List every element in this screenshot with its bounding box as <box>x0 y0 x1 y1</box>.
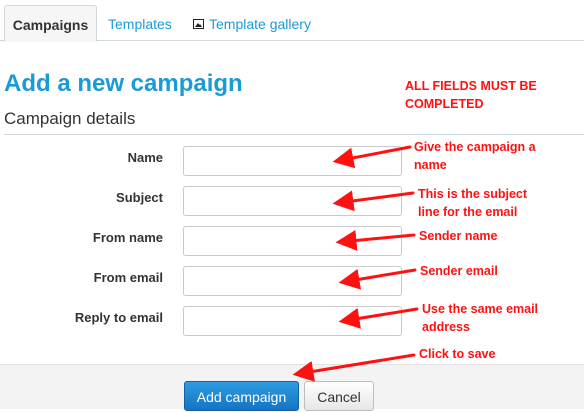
from-email-label: From email <box>93 270 163 285</box>
name-label: Name <box>127 150 163 165</box>
tab-bar: Campaigns Templates Template gallery <box>0 0 584 42</box>
annotation-line: Sender email <box>420 264 498 278</box>
annotation-save: Click to save <box>419 345 495 363</box>
add-campaign-button[interactable]: Add campaign <box>184 381 299 411</box>
section-title: Campaign details <box>4 109 136 128</box>
picture-icon <box>193 19 204 29</box>
tab-templates-label: Templates <box>108 16 172 32</box>
annotation-line: Use the same email <box>422 302 539 316</box>
from-name-input[interactable] <box>183 226 402 256</box>
annotation-reply-to: Use the same email address <box>422 300 538 336</box>
annotation-line: address <box>422 320 470 334</box>
subject-label: Subject <box>116 190 163 205</box>
from-email-input[interactable] <box>183 266 402 296</box>
annotation-subject: This is the subject line for the email <box>418 185 527 221</box>
tab-template-gallery[interactable]: Template gallery <box>193 5 311 41</box>
subject-input[interactable] <box>183 186 402 216</box>
tab-template-gallery-label: Template gallery <box>209 16 311 32</box>
section-divider <box>4 134 584 135</box>
cancel-button[interactable]: Cancel <box>304 381 374 411</box>
annotation-line: line for the email <box>418 205 518 219</box>
reply-to-email-label: Reply to email <box>74 310 163 325</box>
tab-templates[interactable]: Templates <box>108 5 172 41</box>
annotation-line: This is the subject <box>418 187 528 201</box>
from-name-label: From name <box>92 230 163 245</box>
tab-campaigns[interactable]: Campaigns <box>4 5 97 42</box>
reply-to-email-input[interactable] <box>183 306 402 336</box>
annotation-name: Give the campaign a name <box>414 138 536 174</box>
annotation-line: Give the campaign a <box>414 140 536 154</box>
annotation-line: name <box>414 158 447 172</box>
name-input[interactable] <box>183 146 402 176</box>
annotation-all-fields-required: ALL FIELDS MUST BE COMPLETED <box>405 77 537 113</box>
annotation-line: Click to save <box>419 347 496 361</box>
annotation-line: COMPLETED <box>405 97 484 111</box>
annotation-line: ALL FIELDS MUST BE <box>405 79 537 93</box>
page-title: Add a new campaign <box>4 70 243 97</box>
annotation-line: Sender name <box>419 229 498 243</box>
annotation-from-email: Sender email <box>420 262 498 280</box>
annotation-from-name: Sender name <box>419 227 498 245</box>
tab-campaigns-label: Campaigns <box>12 17 89 33</box>
